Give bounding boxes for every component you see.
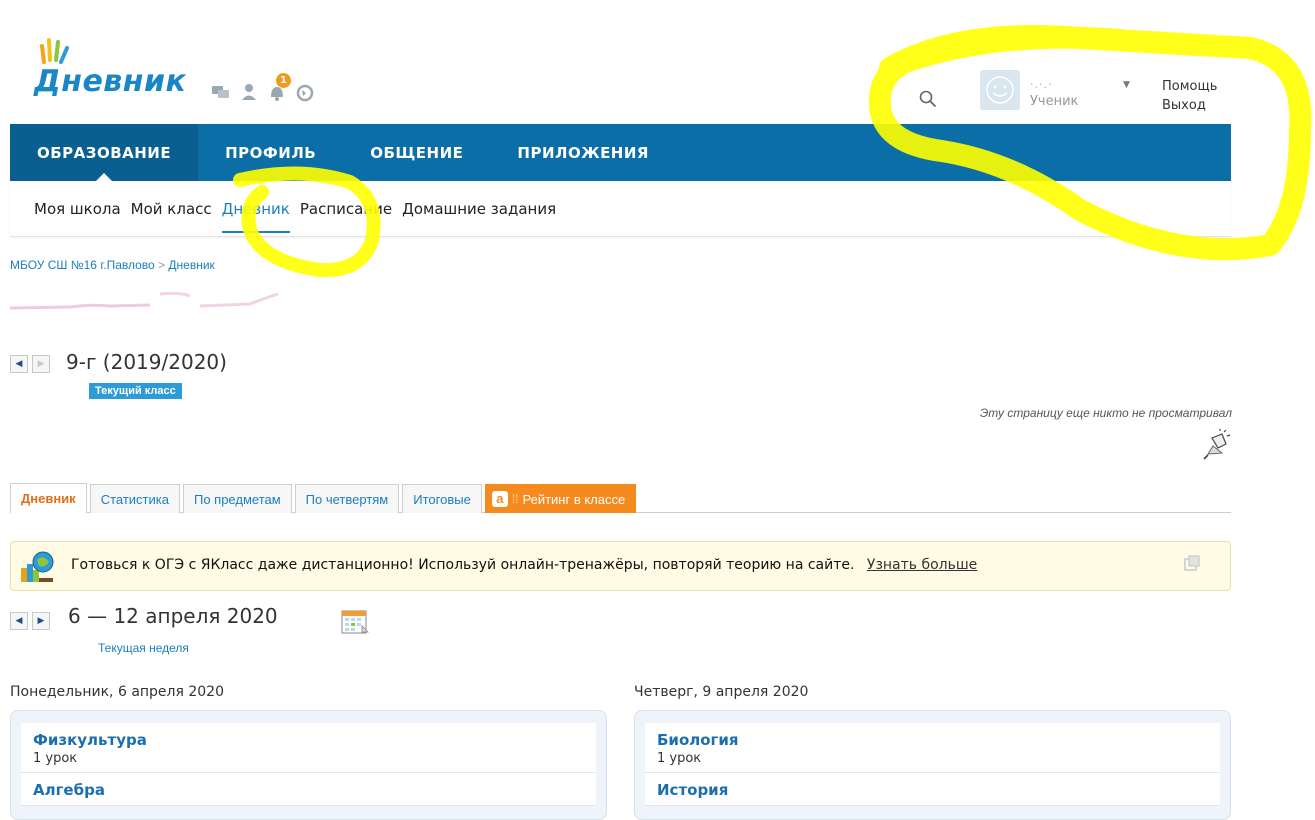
lesson-row[interactable]: Биология 1 урок (645, 723, 1220, 773)
breadcrumb-separator: > (158, 258, 166, 272)
yaklass-banner: Готовься к ОГЭ с ЯКласс даже дистанционн… (10, 541, 1231, 591)
nav-apps[interactable]: ПРИЛОЖЕНИЯ (490, 124, 676, 181)
next-class-button[interactable]: ▶ (32, 355, 50, 373)
avatar-face-icon (986, 76, 1014, 104)
lesson-row[interactable]: Физкультура 1 урок (21, 723, 596, 773)
breadcrumb: МБОУ СШ №16 г.Павлово > Дневник (10, 258, 215, 272)
day-card-thursday: Биология 1 урок История (634, 710, 1231, 820)
class-pager: ◀ ▶ (10, 355, 50, 373)
sub-nav: Моя школа Мой класс Дневник Расписание Д… (10, 181, 1231, 237)
breadcrumb-school[interactable]: МБОУ СШ №16 г.Павлово (10, 258, 155, 272)
lesson-number: 1 урок (33, 751, 78, 766)
rating-bars-icon: ⁞⁞ (511, 492, 519, 506)
views-note: Эту страницу еще никто не просматривал (979, 406, 1232, 420)
highlight-annotation (233, 25, 1312, 278)
subnav-schedule[interactable]: Расписание (300, 181, 392, 236)
day-label-thursday: Четверг, 9 апреля 2020 (634, 684, 809, 700)
subnav-my-class[interactable]: Мой класс (131, 181, 212, 236)
friends-icon[interactable] (238, 81, 260, 103)
current-class-badge: Текущий класс (89, 383, 182, 399)
logout-link[interactable]: Выход (1162, 98, 1206, 113)
user-name[interactable]: ·.·.· (1030, 78, 1052, 91)
subnav-diary[interactable]: Дневник (221, 181, 291, 236)
notifications-icon[interactable]: 1 (266, 73, 291, 103)
tab-diary[interactable]: Дневник (10, 483, 87, 513)
breadcrumb-current[interactable]: Дневник (168, 258, 214, 272)
search-icon[interactable] (918, 89, 938, 109)
tab-final[interactable]: Итоговые (402, 484, 482, 513)
logo[interactable]: Дневник (34, 36, 194, 106)
diary-tabs: Дневник Статистика По предметам По четве… (10, 481, 1231, 513)
tab-class-rating-label: Рейтинг в классе (522, 491, 626, 507)
banner-open-external-icon[interactable] (1184, 555, 1200, 571)
main-nav: ОБРАЗОВАНИЕ ПРОФИЛЬ ОБЩЕНИЕ ПРИЛОЖЕНИЯ (10, 124, 1231, 181)
tab-by-subject[interactable]: По предметам (182, 484, 292, 513)
user-role: Ученик (1030, 94, 1079, 109)
subnav-homework[interactable]: Домашние задания (402, 181, 556, 236)
prev-class-button[interactable]: ◀ (10, 355, 28, 373)
banner-message: Готовься к ОГЭ с ЯКласс даже дистанционн… (71, 557, 855, 573)
current-week-link[interactable]: Текущая неделя (98, 641, 189, 655)
lesson-row[interactable]: Алгебра (21, 773, 596, 806)
lesson-name[interactable]: Алгебра (33, 781, 584, 799)
banner-learn-more-link[interactable]: Узнать больше (867, 557, 977, 573)
rating-logo-icon: a (491, 491, 508, 507)
prev-week-button[interactable]: ◀ (10, 612, 28, 630)
tab-class-rating[interactable]: a ⁞⁞ Рейтинг в классе (484, 484, 637, 513)
tab-statistics[interactable]: Статистика (89, 484, 180, 513)
notification-badge: 1 (276, 73, 291, 88)
nav-education[interactable]: ОБРАЗОВАНИЕ (10, 124, 199, 181)
banner-text: Готовься к ОГЭ с ЯКласс даже дистанционн… (71, 557, 977, 573)
nav-communication[interactable]: ОБЩЕНИЕ (343, 124, 490, 181)
week-title: 6 — 12 апреля 2020 (68, 604, 278, 628)
header-icons: 1 (210, 73, 316, 104)
lesson-number: 1 урок (657, 751, 702, 766)
user-menu-caret-icon[interactable]: ▼ (1123, 80, 1130, 90)
calendar-icon[interactable] (340, 606, 370, 636)
messages-icon[interactable] (210, 81, 232, 103)
redacted-name (10, 291, 279, 310)
lesson-name[interactable]: Биология (657, 731, 1208, 749)
class-title: 9-г (2019/2020) (66, 350, 227, 374)
week-pager: ◀ ▶ (10, 612, 50, 630)
nav-profile[interactable]: ПРОФИЛЬ (198, 124, 343, 181)
avatar[interactable] (980, 70, 1020, 110)
next-week-button[interactable]: ▶ (32, 612, 50, 630)
lesson-name[interactable]: История (657, 781, 1208, 799)
pushpin-icon (1203, 429, 1231, 460)
globe-icon[interactable] (294, 81, 316, 103)
subnav-my-school[interactable]: Моя школа (34, 181, 121, 236)
lesson-row[interactable]: История (645, 773, 1220, 806)
help-link[interactable]: Помощь (1162, 79, 1217, 94)
day-card-monday: Физкультура 1 урок Алгебра (10, 710, 607, 820)
books-globe-icon (21, 551, 54, 582)
lesson-name[interactable]: Физкультура (33, 731, 584, 749)
day-label-monday: Понедельник, 6 апреля 2020 (10, 684, 224, 700)
logo-text: Дневник (34, 64, 187, 99)
tab-by-quarter[interactable]: По четвертям (294, 484, 400, 513)
